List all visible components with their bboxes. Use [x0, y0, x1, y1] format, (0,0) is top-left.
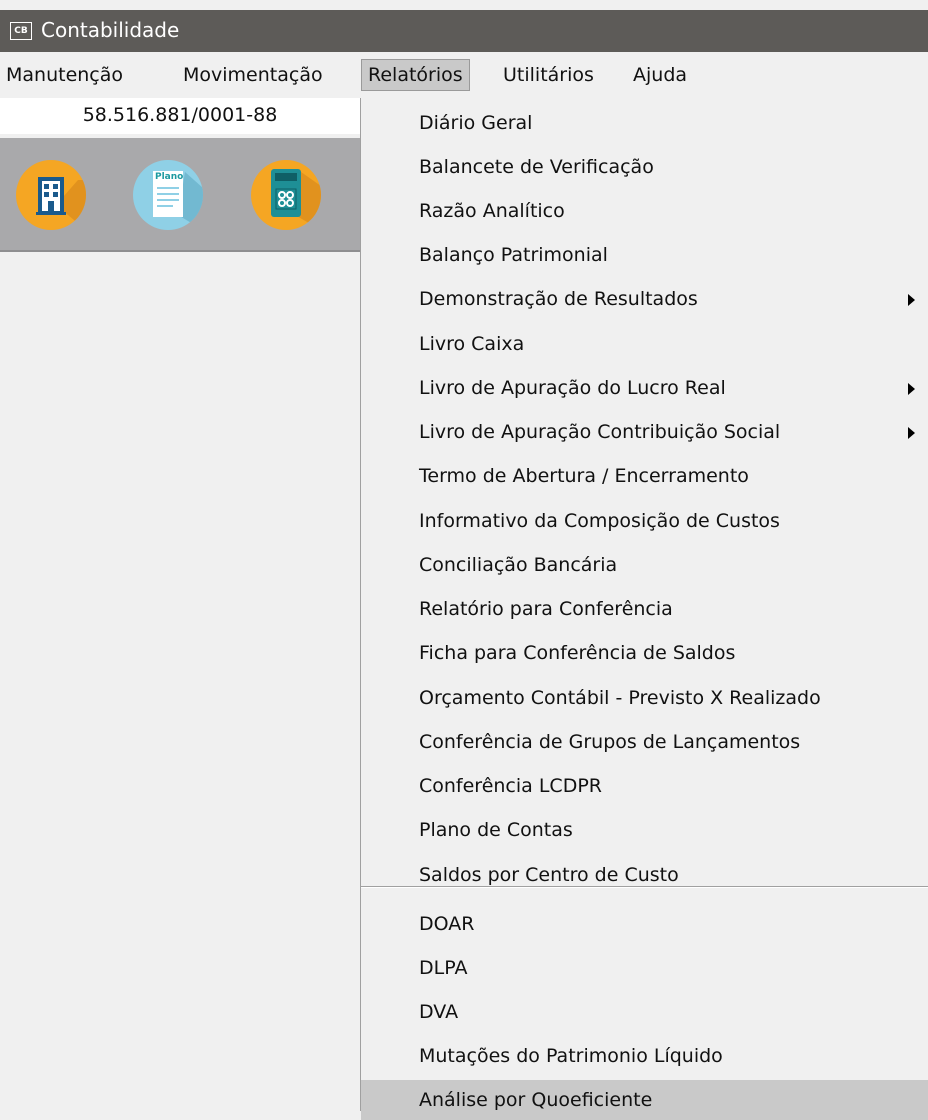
menu-item-label: DVA — [419, 1001, 459, 1023]
menu-item-dlpa[interactable]: DLPA — [361, 948, 928, 988]
plano-document-icon — [153, 171, 203, 230]
menu-item-label: Relatório para Conferência — [419, 598, 673, 620]
menu-item-label: Diário Geral — [419, 112, 533, 134]
calculator-button[interactable] — [251, 160, 321, 230]
menu-item-label: Balancete de Verificação — [419, 156, 654, 178]
building-icon — [36, 177, 86, 230]
menu-item-label: Demonstração de Resultados — [419, 288, 698, 310]
menu-item-balanco[interactable]: Balanço Patrimonial — [361, 235, 928, 275]
menu-separator — [361, 886, 928, 888]
company-cnpj: 58.516.881/0001-88 — [0, 98, 360, 134]
menu-item-plano-contas[interactable]: Plano de Contas — [361, 810, 928, 850]
menu-item-label: Conferência de Grupos de Lançamentos — [419, 731, 801, 753]
menu-item-label: Balanço Patrimonial — [419, 244, 608, 266]
menu-item-ficha-conferencia[interactable]: Ficha para Conferência de Saldos — [361, 633, 928, 673]
menu-item-conciliacao[interactable]: Conciliação Bancária — [361, 545, 928, 585]
menu-item-orcamento[interactable]: Orçamento Contábil - Previsto X Realizad… — [361, 678, 928, 718]
menu-item-label: DLPA — [419, 957, 468, 979]
app-icon: CB — [10, 22, 32, 40]
menu-item-informativo[interactable]: Informativo da Composição de Custos — [361, 501, 928, 541]
menu-item-razao[interactable]: Razão Analítico — [361, 191, 928, 231]
menu-item-relatorio-conferencia[interactable]: Relatório para Conferência — [361, 589, 928, 629]
menu-item-label: Ficha para Conferência de Saldos — [419, 642, 736, 664]
menu-item-label: Razão Analítico — [419, 200, 565, 222]
menu-item-label: Plano de Contas — [419, 819, 573, 841]
menu-item-label: DOAR — [419, 913, 475, 935]
calculator-icon — [271, 169, 321, 230]
menu-item-balancete[interactable]: Balancete de Verificação — [361, 147, 928, 187]
menu-movimentacao[interactable]: Movimentação — [177, 59, 329, 91]
menu-item-grupos-lancamentos[interactable]: Conferência de Grupos de Lançamentos — [361, 722, 928, 762]
company-button[interactable] — [16, 160, 86, 230]
menu-item-doar[interactable]: DOAR — [361, 904, 928, 944]
menu-item-label: Termo de Abertura / Encerramento — [419, 465, 749, 487]
menu-item-saldos-centro-custo[interactable]: Saldos por Centro de Custo — [361, 855, 928, 895]
menu-item-label: Orçamento Contábil - Previsto X Realizad… — [419, 687, 821, 709]
plano-button[interactable]: Plano — [133, 160, 203, 230]
menu-item-livro-caixa[interactable]: Livro Caixa — [361, 324, 928, 364]
menu-item-label: Saldos por Centro de Custo — [419, 864, 679, 886]
menu-item-lcdpr[interactable]: Conferência LCDPR — [361, 766, 928, 806]
menu-item-label: Livro de Apuração do Lucro Real — [419, 377, 726, 399]
submenu-arrow-icon — [908, 294, 915, 306]
menu-bar: Manutenção Movimentação Relatórios Utili… — [0, 52, 928, 98]
menu-item-label: Conferência LCDPR — [419, 775, 602, 797]
menu-item-label: Livro Caixa — [419, 333, 525, 355]
menu-item-label: Análise por Quoeficiente — [419, 1089, 653, 1111]
menu-manutencao[interactable]: Manutenção — [0, 59, 129, 91]
menu-item-label: Livro de Apuração Contribuição Social — [419, 421, 781, 443]
menu-item-mutacoes[interactable]: Mutações do Patrimonio Líquido — [361, 1036, 928, 1076]
menu-item-demonstracao[interactable]: Demonstração de Resultados — [361, 279, 928, 319]
title-bar: CB Contabilidade — [0, 10, 928, 52]
menu-item-contribuicao-social[interactable]: Livro de Apuração Contribuição Social — [361, 412, 928, 452]
window-title: Contabilidade — [41, 18, 180, 42]
plano-label: Plano — [155, 172, 184, 182]
menu-item-diario-geral[interactable]: Diário Geral — [361, 103, 928, 143]
menu-item-label: Informativo da Composição de Custos — [419, 510, 780, 532]
menu-item-termo[interactable]: Termo de Abertura / Encerramento — [361, 456, 928, 496]
submenu-arrow-icon — [908, 427, 915, 439]
menu-relatorios[interactable]: Relatórios — [361, 59, 470, 91]
menu-utilitarios[interactable]: Utilitários — [497, 59, 600, 91]
menu-item-dva[interactable]: DVA — [361, 992, 928, 1032]
menu-item-label: Conciliação Bancária — [419, 554, 618, 576]
submenu-arrow-icon — [908, 383, 915, 395]
menu-item-analise-quoeficiente[interactable]: Análise por Quoeficiente — [361, 1080, 928, 1120]
menu-item-label: Mutações do Patrimonio Líquido — [419, 1045, 723, 1067]
toolbar: Plano — [0, 138, 360, 252]
menu-ajuda[interactable]: Ajuda — [627, 59, 693, 91]
menu-item-lucro-real[interactable]: Livro de Apuração do Lucro Real — [361, 368, 928, 408]
relatorios-dropdown: Diário Geral Balancete de Verificação Ra… — [360, 98, 928, 1120]
